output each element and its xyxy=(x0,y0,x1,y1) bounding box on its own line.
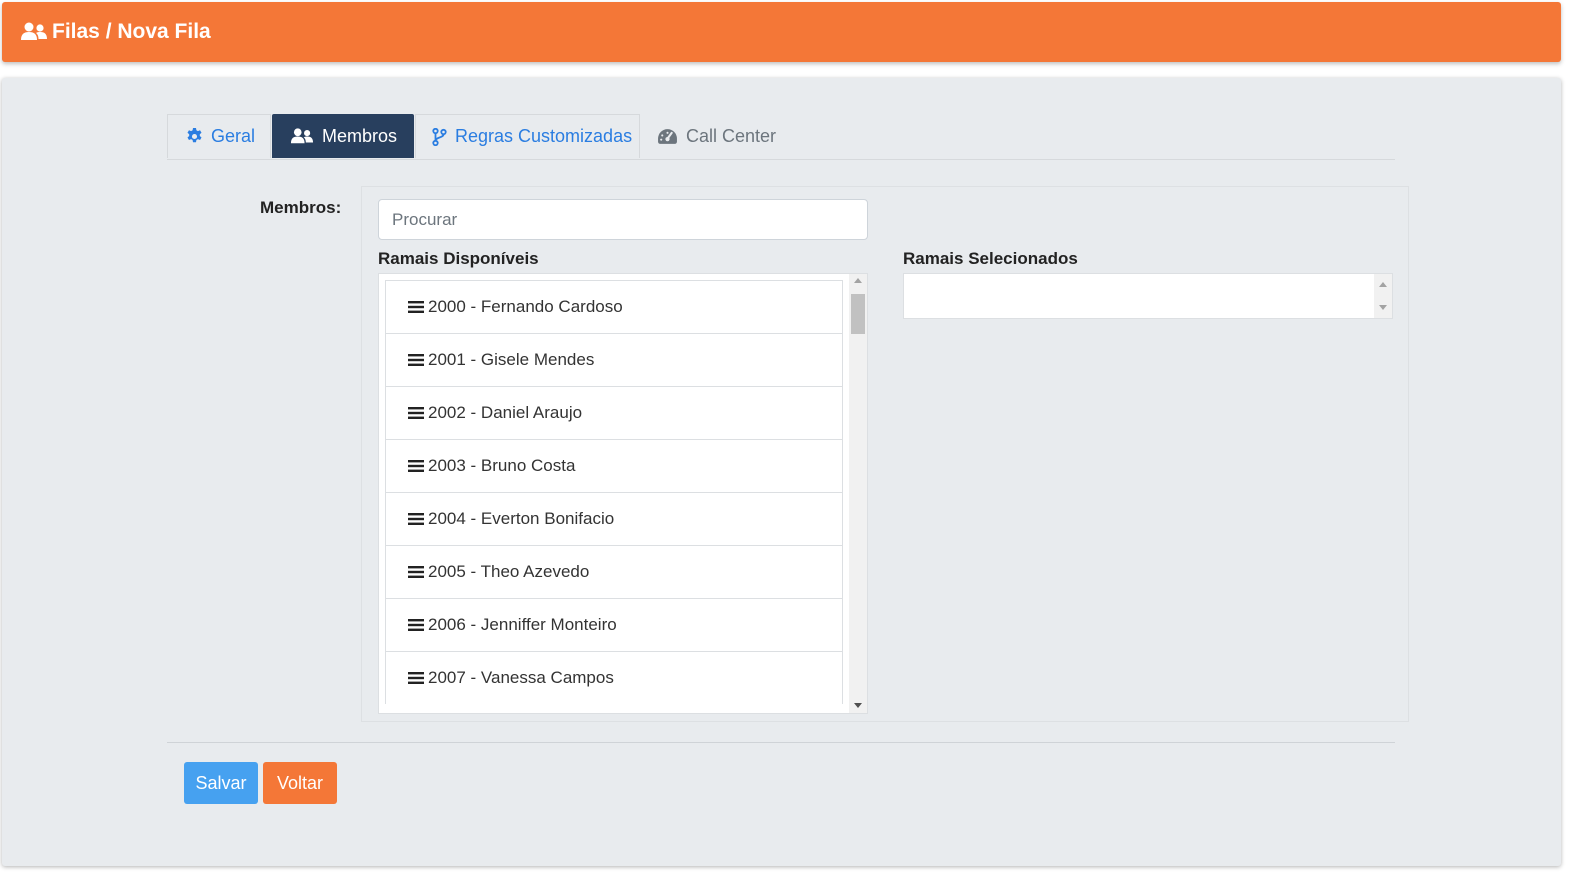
list-item-label: 2000 - Fernando Cardoso xyxy=(428,297,623,316)
list-item-label: 2003 - Bruno Costa xyxy=(428,456,576,475)
members-label: Membros: xyxy=(260,198,342,217)
tab-regras-customizadas[interactable]: Regras Customizadas xyxy=(415,114,640,158)
drag-handle-icon[interactable] xyxy=(408,671,424,685)
list-item-label: 2007 - Vanessa Campos xyxy=(428,668,614,687)
tachometer-icon xyxy=(657,128,678,145)
gear-icon xyxy=(186,128,203,145)
list-item[interactable]: 2001 - Gisele Mendes xyxy=(385,333,843,386)
list-item[interactable]: 2005 - Theo Azevedo xyxy=(385,545,843,598)
tab-call-center-label: Call Center xyxy=(686,125,777,146)
scroll-down-arrow-icon[interactable] xyxy=(854,703,862,708)
drag-handle-icon[interactable] xyxy=(408,406,424,420)
back-button[interactable]: Voltar xyxy=(263,762,337,804)
selected-list-label: Ramais Selecionados xyxy=(903,249,1078,268)
list-item-label: 2002 - Daniel Araujo xyxy=(428,403,583,422)
list-item[interactable]: 2007 - Vanessa Campos xyxy=(385,651,843,704)
tab-bar: Geral Membros Regras Customizadas Call C… xyxy=(167,114,1395,160)
drag-handle-icon[interactable] xyxy=(408,459,424,473)
selected-extensions-list[interactable] xyxy=(903,273,1393,319)
list-item-label: 2005 - Theo Azevedo xyxy=(428,562,590,581)
list-item[interactable]: 2006 - Jenniffer Monteiro xyxy=(385,598,843,651)
form-divider xyxy=(167,742,1395,743)
search-input[interactable] xyxy=(378,199,868,240)
list-item-label: 2001 - Gisele Mendes xyxy=(428,350,595,369)
drag-handle-icon[interactable] xyxy=(408,565,424,579)
scroll-up-arrow-icon[interactable] xyxy=(1379,282,1387,287)
available-list-label: Ramais Disponíveis xyxy=(378,249,539,268)
page-title: Filas / Nova Fila xyxy=(52,20,211,43)
scroll-up-arrow-icon[interactable] xyxy=(854,278,862,283)
available-list-items: 2000 - Fernando Cardoso 2001 - Gisele Men… xyxy=(385,280,843,704)
drag-handle-icon[interactable] xyxy=(408,300,424,314)
page-header: Filas / Nova Fila xyxy=(2,2,1561,62)
tab-geral[interactable]: Geral xyxy=(167,114,271,158)
drag-handle-icon[interactable] xyxy=(408,353,424,367)
available-extensions-list[interactable]: 2000 - Fernando Cardoso 2001 - Gisele Men… xyxy=(378,273,868,714)
list-item[interactable]: 2000 - Fernando Cardoso xyxy=(385,280,843,333)
tab-call-center[interactable]: Call Center xyxy=(641,114,791,158)
tab-regras-label: Regras Customizadas xyxy=(455,126,633,146)
drag-handle-icon[interactable] xyxy=(408,618,424,632)
users-icon xyxy=(20,21,50,43)
scroll-thumb[interactable] xyxy=(851,294,865,334)
save-button[interactable]: Salvar xyxy=(184,762,258,804)
selected-list-scrollbar[interactable] xyxy=(1374,274,1392,318)
list-item-label: 2004 - Everton Bonifacio xyxy=(428,509,615,528)
available-list-scrollbar[interactable] xyxy=(849,274,867,713)
tab-membros-label: Membros xyxy=(322,125,398,146)
list-item[interactable]: 2004 - Everton Bonifacio xyxy=(385,492,843,545)
tab-membros[interactable]: Membros xyxy=(272,114,414,158)
main-panel: Geral Membros Regras Customizadas Call C… xyxy=(2,78,1561,866)
users-icon xyxy=(290,127,314,145)
scroll-down-arrow-icon[interactable] xyxy=(1379,305,1387,310)
list-item[interactable]: 2003 - Bruno Costa xyxy=(385,439,843,492)
list-item-label: 2006 - Jenniffer Monteiro xyxy=(428,615,617,634)
code-branch-icon xyxy=(432,127,447,146)
tab-geral-label: Geral xyxy=(211,126,256,146)
list-item[interactable]: 2002 - Daniel Araujo xyxy=(385,386,843,439)
drag-handle-icon[interactable] xyxy=(408,512,424,526)
